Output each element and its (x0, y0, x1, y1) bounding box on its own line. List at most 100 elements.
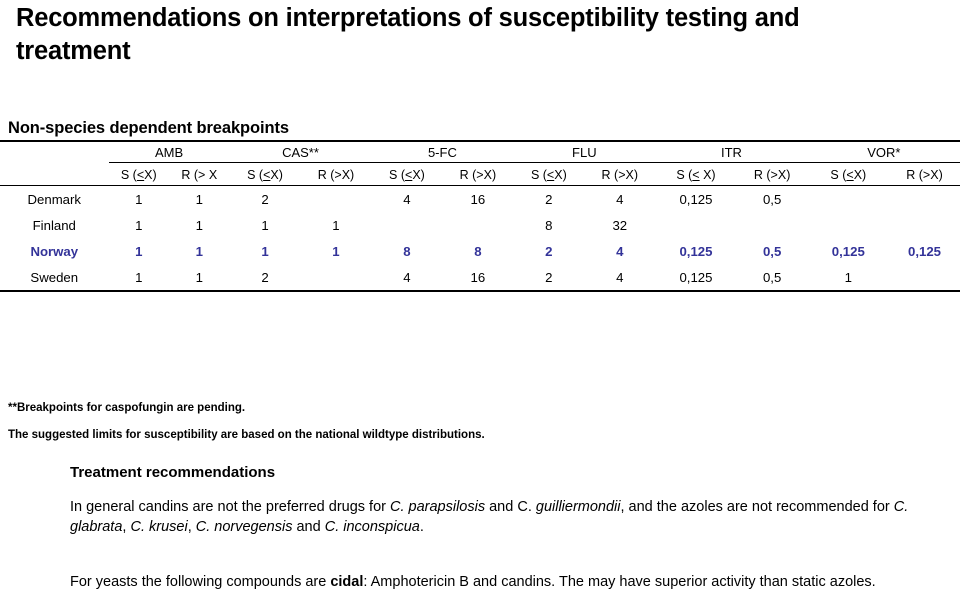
cell-sweden-cas-s: 2 (261, 269, 269, 285)
row-country-finland: Finland (32, 217, 76, 233)
subheader-amb-r-label: R (> X (181, 167, 218, 182)
subheader-5fc-r: R (>X) (442, 163, 513, 186)
tp1-seg3: , and the azoles are not recommended for (620, 499, 894, 515)
cell-finland-amb-r: 1 (195, 217, 203, 233)
cell-sweden-vor-s: 1 (844, 269, 852, 285)
corner-cell-2 (0, 163, 109, 186)
cell-denmark-amb-r: 1 (195, 191, 203, 207)
subheader-5fc-s: S (<X) (371, 163, 442, 186)
subheader-amb-r: R (> X (169, 163, 230, 186)
cell-finland-vor-r (889, 212, 960, 238)
row-country-sweden: Sweden (30, 269, 79, 285)
drug-group-amb: AMB (108, 142, 230, 163)
cell-denmark-flu-s: 2 (545, 191, 553, 207)
row-country-norway: Norway (30, 243, 79, 259)
cell-norway-vor-r: 0,125 (907, 243, 941, 259)
footnote-caspofungin-pre: **Breakpoints for (8, 402, 106, 414)
cell-denmark-vor-s (808, 186, 889, 212)
cell-finland-cas-s: 1 (261, 217, 269, 233)
cell-finland-vor-s (808, 212, 889, 238)
breakpoints-table-container: AMB CAS** 5-FC FLU ITR VOR* S (<X) R (> … (0, 140, 960, 293)
cell-norway-itr-s: 0,125 (679, 243, 713, 259)
drug-group-itr-label: ITR (720, 144, 742, 160)
cell-sweden-cas-r (301, 264, 372, 291)
cell-norway-cas-s: 1 (261, 243, 269, 259)
cell-finland-flu-r: 32 (612, 217, 628, 233)
drug-group-vor-label: VOR* (867, 144, 901, 160)
treatment-paragraph-2: For yeasts the following compounds are c… (70, 572, 950, 592)
cell-sweden-amb-s: 1 (135, 269, 143, 285)
tp1-seg2: and C. (485, 499, 536, 515)
cell-denmark-itr-s: 0,125 (679, 191, 713, 207)
section-heading: Non-species dependent breakpoints (8, 119, 289, 137)
cell-finland-5fc-r (442, 212, 513, 238)
tp2-bold-cidal: cidal (330, 574, 364, 590)
cell-norway-5fc-r: 8 (474, 243, 482, 259)
subheader-itr-s-label: S (< X) (676, 167, 716, 182)
cell-norway-itr-r: 0,5 (762, 243, 782, 259)
breakpoints-table: AMB CAS** 5-FC FLU ITR VOR* S (<X) R (> … (0, 140, 960, 293)
drug-group-flu-label: FLU (572, 144, 597, 160)
tp1-species-parapsilosis: C. parapsilosis (390, 499, 486, 515)
cell-denmark-vor-r (889, 186, 960, 212)
cell-finland-cas-r: 1 (332, 217, 340, 233)
drug-group-vor: VOR* (807, 142, 960, 163)
table-bottom-rule (0, 290, 960, 293)
row-country-denmark: Denmark (27, 191, 82, 207)
subheader-cas-s: S (<X) (230, 163, 301, 186)
subheader-cas-s-label: S (<X) (247, 167, 283, 182)
footnote-caspofungin: **Breakpoints for caspofungin are pendin… (8, 402, 245, 414)
table-row: Norway 1 1 1 1 8 8 2 4 0,125 0,5 0,125 0… (0, 238, 960, 264)
table-row: Sweden 1 1 2 4 16 2 4 0,125 0,5 1 (0, 264, 960, 291)
drug-group-5fc: 5-FC (371, 142, 514, 163)
cell-sweden-flu-s: 2 (545, 269, 553, 285)
cell-denmark-cas-s: 2 (261, 191, 269, 207)
cell-sweden-itr-s: 0,125 (679, 269, 713, 285)
cell-norway-amb-s: 1 (135, 243, 143, 259)
treatment-recommendations-heading: Treatment recommendations (70, 464, 276, 481)
tp1-species-inconspicua: C. inconspicua (324, 519, 420, 535)
subheader-itr-s: S (< X) (655, 163, 736, 186)
drug-group-amb-label: AMB (154, 144, 184, 160)
subheader-amb-s-label: S (<X) (120, 167, 157, 182)
cell-norway-vor-s: 0,125 (831, 243, 865, 259)
cell-norway-5fc-s: 8 (403, 243, 411, 259)
cell-sweden-amb-r: 1 (195, 269, 203, 285)
footnote-caspofungin-drug: caspofungin (105, 402, 174, 414)
drug-group-5fc-label: 5-FC (427, 144, 457, 160)
cell-denmark-cas-r (301, 186, 372, 212)
cell-norway-flu-r: 4 (616, 243, 624, 259)
cell-sweden-flu-r: 4 (616, 269, 624, 285)
cell-denmark-itr-r: 0,5 (762, 191, 782, 207)
cell-sweden-vor-r (889, 264, 960, 291)
drug-group-cas-label: CAS** (282, 144, 319, 160)
subheader-vor-s-label: S (<X) (830, 167, 867, 182)
cell-finland-5fc-s (371, 212, 442, 238)
treatment-paragraph-1: In general candins are not the preferred… (70, 497, 940, 537)
subheader-itr-r: R (>X) (737, 163, 808, 186)
cell-finland-itr-r (737, 212, 808, 238)
tp2-seg1: For yeasts the following compounds are (70, 574, 331, 590)
tp1-species-krusei: C. krusei (130, 519, 188, 535)
tp1-species-guilliermondii: guilliermondii (535, 499, 621, 515)
cell-sweden-5fc-s: 4 (403, 269, 411, 285)
cell-finland-amb-s: 1 (135, 217, 143, 233)
subheader-flu-r: R (>X) (584, 163, 655, 186)
corner-cell (0, 142, 109, 163)
cell-finland-flu-s: 8 (545, 217, 553, 233)
tp1-seg5: , (187, 519, 196, 535)
subheader-flu-s: S (<X) (513, 163, 584, 186)
table-row: Denmark 1 1 2 4 16 2 4 0,125 0,5 (0, 186, 960, 212)
tp1-seg6: and (292, 519, 325, 535)
tp1-species-norvegensis: C. norvegensis (195, 519, 293, 535)
subheader-cas-r-label: R (>X) (317, 167, 355, 182)
subheader-itr-r-label: R (>X) (753, 167, 791, 182)
subheader-amb-s: S (<X) (109, 163, 170, 186)
cell-norway-amb-r: 1 (195, 243, 203, 259)
tp2-seg2: : Amphotericin B and candins. The may ha… (363, 574, 876, 590)
subheader-vor-s: S (<X) (808, 163, 889, 186)
footnote-wildtype: The suggested limits for susceptibility … (8, 429, 485, 441)
tp1-seg1: In general candins are not the preferred… (70, 499, 390, 515)
cell-sweden-5fc-r: 16 (470, 269, 486, 285)
page-title: Recommendations on interpretations of su… (16, 4, 800, 65)
